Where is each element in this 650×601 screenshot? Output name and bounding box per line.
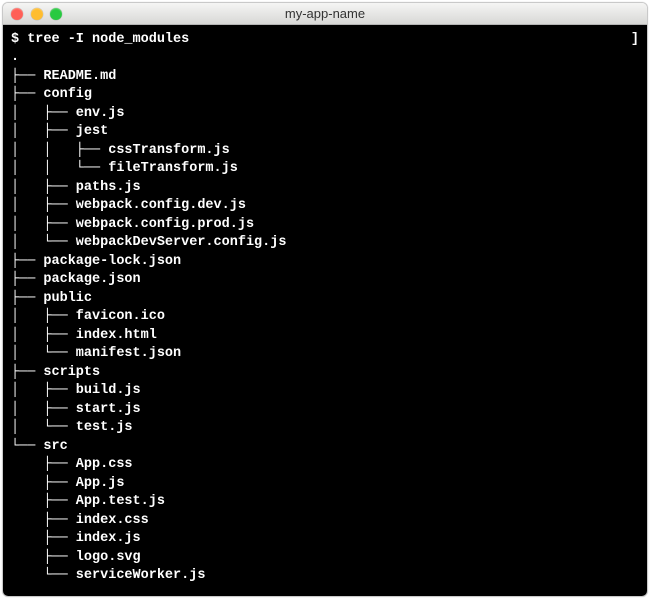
prompt: $ (11, 32, 27, 47)
tree-output: . ├── README.md ├── config │ ├── env.js … (11, 50, 286, 583)
zoom-icon[interactable] (50, 8, 62, 20)
close-icon[interactable] (11, 8, 23, 20)
terminal-body[interactable]: $ tree -I node_modules]. ├── README.md ├… (3, 25, 647, 596)
window-controls (11, 8, 62, 20)
minimize-icon[interactable] (31, 8, 43, 20)
command-line: $ tree -I node_modules] (11, 31, 639, 49)
window-title: my-app-name (3, 5, 647, 23)
terminal-window: my-app-name $ tree -I node_modules]. ├──… (2, 2, 648, 597)
right-edge-char: ] (631, 31, 639, 49)
titlebar: my-app-name (3, 3, 647, 25)
command-text: tree -I node_modules (27, 32, 189, 47)
